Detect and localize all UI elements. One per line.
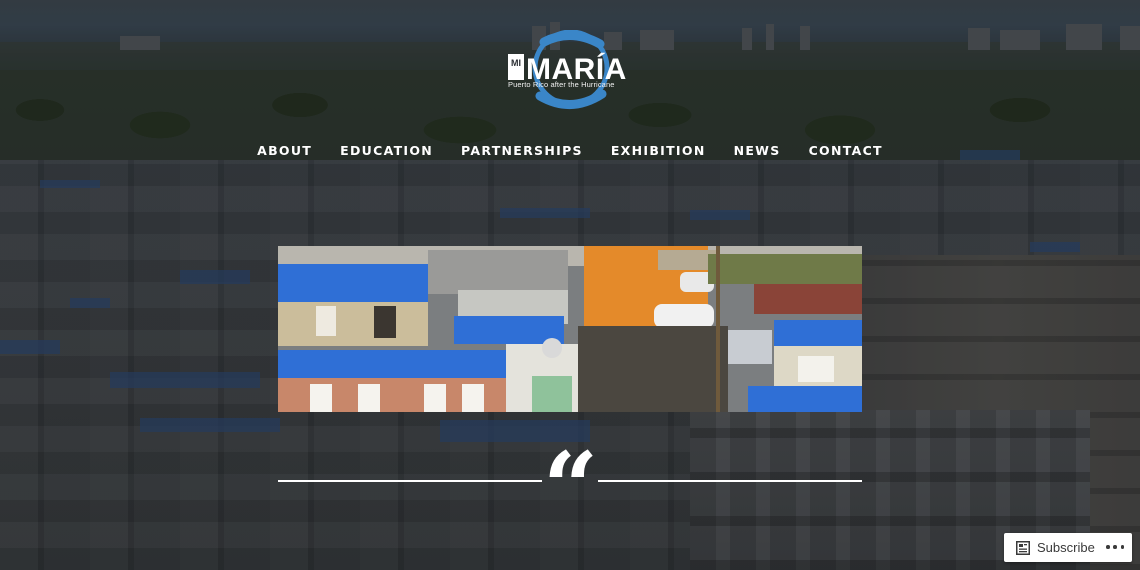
site-logo[interactable]: MI MARÍA Puerto Rico after the Hurricane <box>504 30 638 114</box>
nav-partnerships[interactable]: PARTNERSHIPS <box>461 143 583 158</box>
hurricane-logo-icon: MI MARÍA <box>508 30 626 109</box>
nav-exhibition[interactable]: EXHIBITION <box>611 143 706 158</box>
quote-icon: “ <box>543 431 599 544</box>
nav-about[interactable]: ABOUT <box>257 143 312 158</box>
nav-contact[interactable]: CONTACT <box>809 143 883 158</box>
quote-divider-right <box>598 480 862 482</box>
main-navigation: ABOUT EDUCATION PARTNERSHIPS EXHIBITION … <box>0 143 1140 158</box>
logo-tagline: Puerto Rico after the Hurricane <box>508 80 615 89</box>
subscribe-icon <box>1016 540 1030 555</box>
quote-divider-left <box>278 480 542 482</box>
subscribe-button[interactable]: Subscribe <box>1004 533 1095 562</box>
nav-education[interactable]: EDUCATION <box>340 143 433 158</box>
nav-news[interactable]: NEWS <box>734 143 781 158</box>
ellipsis-icon[interactable] <box>1106 539 1124 555</box>
subscribe-label: Subscribe <box>1037 540 1095 555</box>
featured-image[interactable] <box>278 246 862 412</box>
logo-prefix: MI <box>511 58 521 68</box>
subscribe-bar: Subscribe <box>1004 533 1132 562</box>
